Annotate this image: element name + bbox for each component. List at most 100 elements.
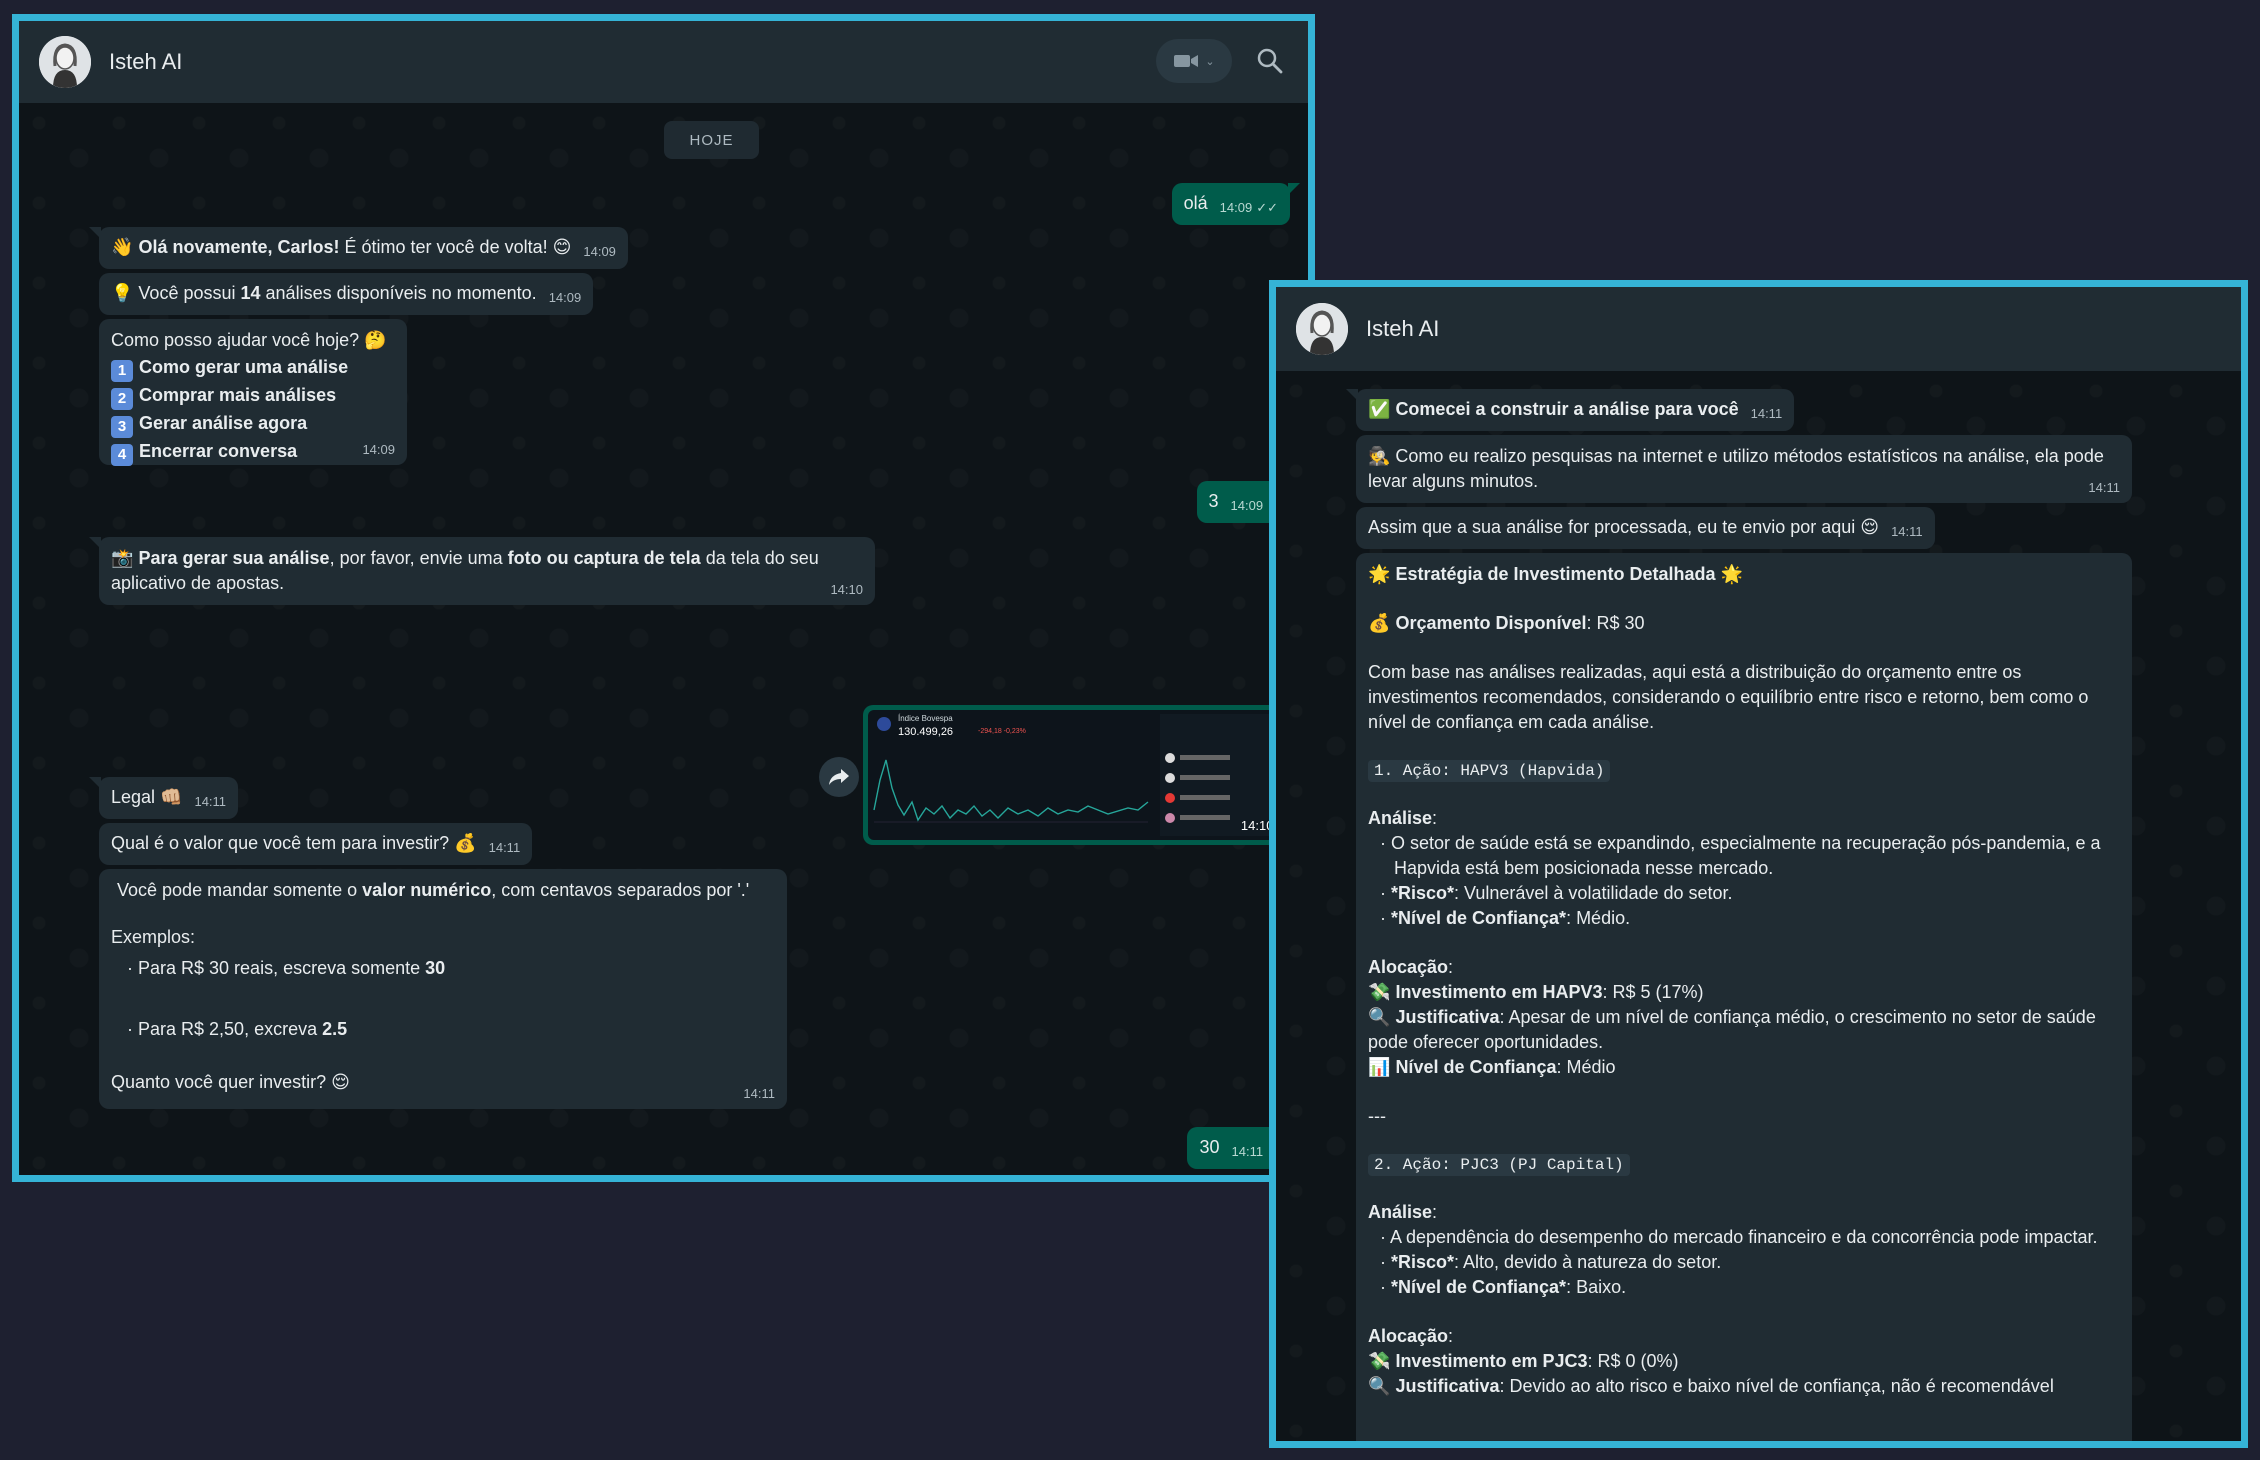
incoming-message[interactable]: Você pode mandar somente o valor numéric…	[99, 869, 787, 1109]
detective-emoji: 🕵️	[1368, 446, 1391, 467]
example-value: 2.5	[322, 1019, 348, 1039]
investment-value: : R$ 5 (17%)	[1602, 982, 1704, 1002]
incoming-message[interactable]: ✅ Comecei a construir a análise para voc…	[1345, 389, 1795, 431]
number-badge: 3	[111, 416, 133, 438]
money-wings-emoji: 💸	[1368, 982, 1391, 1003]
incoming-message[interactable]: Assim que a sua análise for processada, …	[1356, 507, 1935, 549]
message-text: Legal	[111, 787, 161, 807]
message-bold: Para gerar sua análise	[138, 548, 330, 568]
message-time: 14:11	[488, 840, 521, 855]
outgoing-message[interactable]: olá 14:09 ✓✓	[1171, 183, 1301, 225]
money-wings-emoji: 💸	[1368, 1351, 1391, 1372]
message-text: análises disponíveis no momento.	[260, 283, 537, 303]
analysis-intro: Com base nas análises realizadas, aqui e…	[1368, 662, 2089, 732]
bar-chart-emoji: 📊	[1368, 1057, 1391, 1078]
lightbulb-emoji: 💡	[111, 283, 134, 304]
menu-option-1[interactable]: 1 Como gerar uma análise	[111, 354, 395, 382]
incoming-message[interactable]: 🕵️ Como eu realizo pesquisas na internet…	[1356, 435, 2132, 503]
message-time: 14:11	[1750, 406, 1783, 421]
screenshot-value: 130.499,26	[898, 726, 954, 738]
bullet-label: *Nível de Confiança*	[1391, 908, 1567, 928]
bullet-item: *Nível de Confiança*: Médio.	[1368, 906, 2120, 931]
bullet-item: *Nível de Confiança*: Baixo.	[1368, 1275, 2120, 1300]
example-item: Para R$ 2,50, excreva 2.5	[111, 1017, 775, 1042]
incoming-message[interactable]: 📸 Para gerar sua análise, por favor, env…	[89, 537, 875, 605]
avatar[interactable]	[39, 36, 91, 88]
message-text: É ótimo ter você de volta!	[339, 237, 553, 257]
incoming-message[interactable]: Legal 👊🏼 14:11	[88, 777, 239, 819]
message-time: 14:09	[1219, 200, 1253, 215]
incoming-message[interactable]: 💡 Você possui 14 análises disponíveis no…	[99, 273, 594, 315]
separator: ---	[1368, 1106, 1386, 1126]
chat-header[interactable]: Isteh AI	[1276, 287, 2241, 371]
star-emoji: 🌟	[1720, 564, 1743, 585]
forward-button[interactable]	[819, 757, 859, 797]
contact-name: Isteh AI	[1366, 316, 1440, 341]
option-label: Gerar análise agora	[139, 413, 308, 433]
message-time: 14:09	[548, 290, 582, 305]
chevron-down-icon: ⌄	[1205, 55, 1215, 68]
option-label: Como gerar uma análise	[139, 357, 349, 377]
number-badge: 2	[111, 388, 133, 410]
message-text: 3	[1208, 491, 1219, 511]
message-bold: Olá novamente, Carlos!	[138, 237, 340, 257]
incoming-message[interactable]: 🌟 Estratégia de Investimento Detalhada 🌟…	[1356, 553, 2132, 1441]
number-badge: 1	[111, 360, 133, 382]
bullet-item: A dependência do desempenho do mercado f…	[1368, 1225, 2120, 1250]
screenshot-title: Índice Bovespa	[898, 714, 953, 723]
budget-label: Orçamento Disponível	[1395, 613, 1587, 633]
incoming-message[interactable]: 👋 Olá novamente, Carlos! É ótimo ter voc…	[89, 227, 628, 269]
message-time: 14:10	[830, 582, 863, 597]
message-text: , por favor, envie uma	[329, 548, 508, 568]
message-bold: Comecei a construir a análise para você	[1395, 399, 1739, 419]
message-text: Assim que a sua análise for processada, …	[1368, 517, 1861, 537]
incoming-message[interactable]: Como posso ajudar você hoje? 🤔 1 Como ger…	[99, 319, 407, 466]
bullet-label: *Risco*	[1391, 883, 1455, 903]
stock-screenshot-image[interactable]: Índice Bovespa 130.499,26 -294,18 -0,23%…	[868, 710, 1298, 840]
message-list[interactable]: ✅ Comecei a construir a análise para voc…	[1276, 371, 2241, 1441]
date-chip: HOJE	[664, 121, 759, 159]
video-camera-icon	[1174, 55, 1199, 67]
menu-option-4[interactable]: 4 Encerrar conversa	[111, 438, 395, 466]
thinking-emoji: 🤔	[364, 330, 387, 351]
image-message[interactable]: Índice Bovespa 130.499,26 -294,18 -0,23%…	[863, 705, 1303, 845]
message-time: 14:09	[583, 244, 616, 259]
search-icon[interactable]	[1256, 47, 1284, 75]
examples-label: Exemplos:	[111, 927, 196, 947]
message-text: Como posso ajudar você hoje?	[111, 330, 365, 350]
analysis-title: Estratégia de Investimento Detalhada	[1395, 564, 1716, 584]
bullet-text: O setor de saúde está se expandindo, esp…	[1391, 833, 2101, 878]
message-time: 14:11	[1231, 1144, 1264, 1159]
confidence-value: : Médio	[1556, 1057, 1616, 1077]
forward-icon	[829, 769, 849, 785]
avatar[interactable]	[1296, 303, 1348, 355]
video-call-button[interactable]: ⌄	[1156, 39, 1232, 83]
example-item: Para R$ 30 reais, escreva somente 30	[111, 956, 775, 981]
chat-header[interactable]: Isteh AI ⌄	[19, 21, 1308, 103]
check-mark-emoji: ✅	[1368, 399, 1391, 420]
bullet-text: : Médio.	[1566, 908, 1631, 928]
message-time: 14:11	[2088, 480, 2120, 495]
example-text: Para R$ 30 reais, escreva somente	[138, 958, 426, 978]
camera-emoji: 📸	[111, 548, 134, 569]
bullet-text: A dependência do desempenho do mercado f…	[1390, 1227, 2098, 1247]
bullet-text: : Vulnerável à volatilidade do setor.	[1454, 883, 1733, 903]
message-text: Você possui	[133, 283, 241, 303]
chat-window-left: Isteh AI ⌄ HOJE olá 14:09 ✓✓ 👋 Olá novame…	[12, 14, 1315, 1182]
incoming-message[interactable]: Qual é o valor que você tem para investi…	[99, 823, 533, 865]
message-list[interactable]: HOJE olá 14:09 ✓✓ 👋 Olá novamente, Carlos…	[19, 103, 1308, 1175]
justification-text: : Devido ao alto risco e baixo nível de …	[1499, 1376, 2054, 1396]
double-check-icon: ✓✓	[1256, 200, 1278, 215]
bullet-text: : Alto, devido à natureza do setor.	[1454, 1252, 1722, 1272]
menu-option-2[interactable]: 2 Comprar mais análises	[111, 382, 395, 410]
relieved-emoji: 😌	[331, 1072, 350, 1093]
justification-label: Justificativa	[1395, 1376, 1500, 1396]
menu-option-3[interactable]: 3 Gerar análise agora	[111, 410, 395, 438]
message-bold: 14	[240, 283, 261, 303]
bullet-label: *Risco*	[1391, 1252, 1455, 1272]
bullet-item: *Risco*: Alto, devido à natureza do seto…	[1368, 1250, 2120, 1275]
section-label: Análise	[1368, 1202, 1433, 1222]
chat-window-right: Isteh AI ✅ Comecei a construir a análise…	[1269, 280, 2248, 1448]
message-text: , com centavos separados por '.'	[491, 880, 750, 900]
magnifier-emoji: 🔍	[1368, 1376, 1391, 1397]
